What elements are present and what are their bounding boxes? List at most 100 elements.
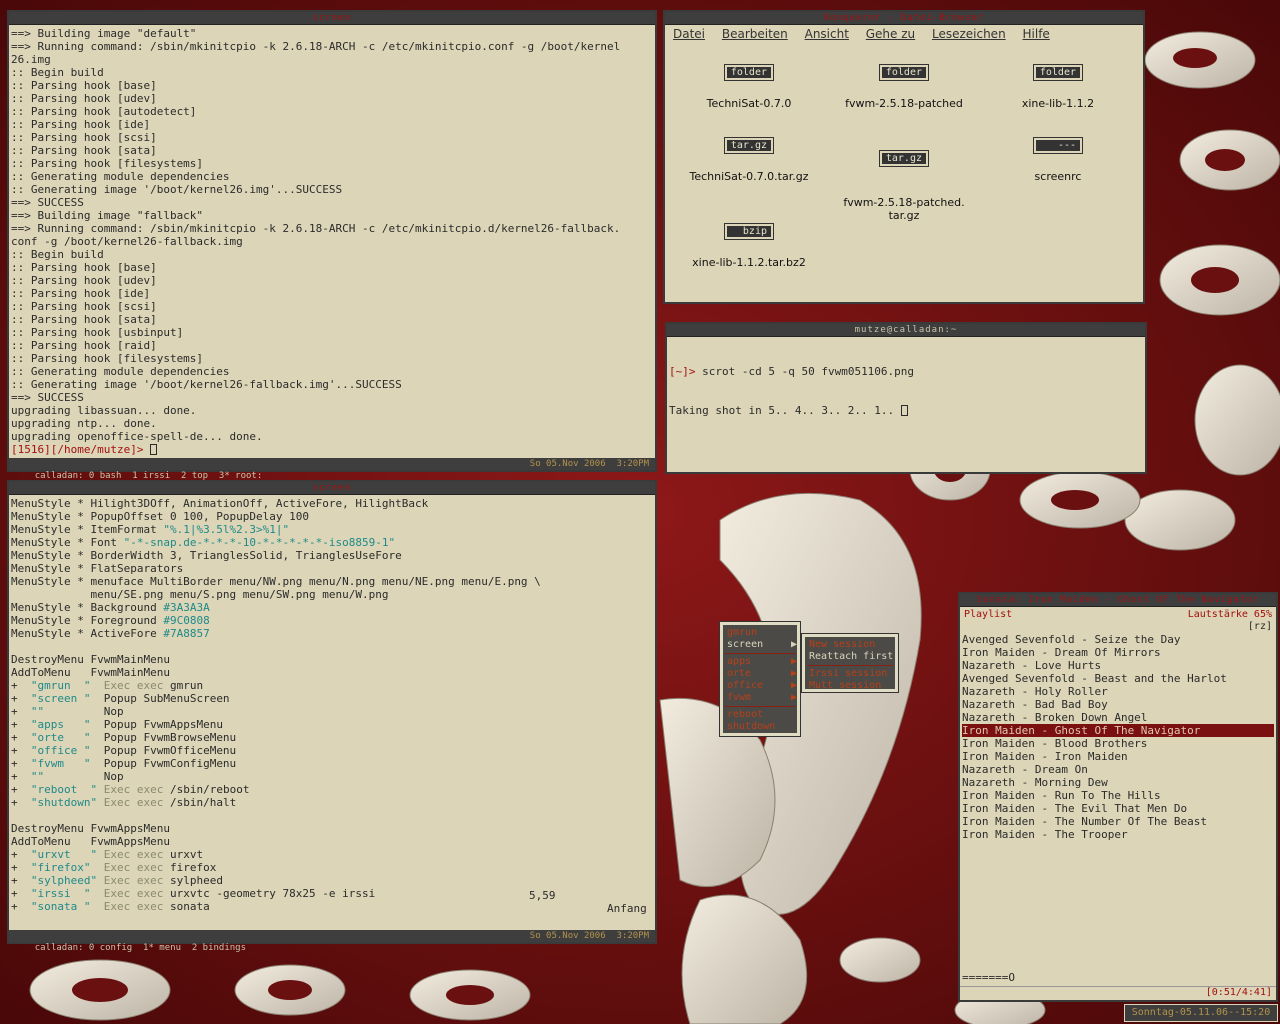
window-title[interactable]: screen (9, 482, 655, 495)
playlist-item[interactable]: Nazareth - Love Hurts (962, 659, 1274, 672)
code-token: "screen " (30, 692, 91, 705)
terminal-prompt-line[interactable]: [1516][/home/mutze]> (9, 443, 655, 456)
menu-separator (725, 706, 795, 707)
playlist-item[interactable]: Iron Maiden - The Evil That Men Do (962, 802, 1274, 815)
file-item[interactable]: tar.gz TechniSat-0.7.0.tar.gz (674, 137, 824, 183)
submenu-arrow-icon: ▶ (791, 692, 798, 703)
desktop-clock: Sonntag-05.11.06--15:20 (1124, 1004, 1278, 1022)
menu-item-label: apps (727, 656, 752, 667)
code-token: Exec exec (97, 848, 164, 861)
editor-line: + "orte " Popup FvwmBrowseMenu (11, 731, 653, 744)
menu-item-label: office (727, 680, 764, 691)
mode-indicator[interactable]: [rz] (1248, 621, 1272, 633)
code-token: + (11, 861, 31, 874)
file-item[interactable]: folder TechniSat-0.7.0 (674, 64, 824, 110)
menu-item-shutdown[interactable]: shutdown (723, 721, 797, 733)
playlist-item[interactable]: Iron Maiden - The Number Of The Beast (962, 815, 1274, 828)
editor-line: MenuStyle * BorderWidth 3, TrianglesSoli… (11, 549, 653, 562)
editor-buffer[interactable]: MenuStyle * Hilight3DOff, AnimationOff, … (9, 495, 655, 913)
playlist-item[interactable]: Iron Maiden - Dream Of Mirrors (962, 646, 1274, 659)
menu-item-screen[interactable]: screen ▶ (723, 639, 797, 651)
code-token: Popup FvwmAppsMenu (90, 718, 223, 731)
fvwm-main-menu[interactable]: gmrun screen ▶ apps ▶ orte ▶ office ▶ fvwm ▶ … (719, 621, 801, 737)
terminal-line: :: Parsing hook [scsi] (11, 300, 157, 313)
playlist-item[interactable]: Nazareth - Broken Down Angel (962, 711, 1274, 724)
playlist-item[interactable]: Iron Maiden - Blood Brothers (962, 737, 1274, 750)
playlist-item[interactable]: Nazareth - Dream On (962, 763, 1274, 776)
playlist-item[interactable]: Nazareth - Holy Roller (962, 685, 1274, 698)
code-token: Popup SubMenuScreen (90, 692, 230, 705)
menu-item-gmrun[interactable]: gmrun (723, 627, 797, 639)
editor-line: + "fvwm " Popup FvwmConfigMenu (11, 757, 653, 770)
small-terminal-window[interactable]: mutze@calladan:~ [~]> scrot -cd 5 -q 50 … (665, 322, 1147, 474)
menu-gehe-zu[interactable]: Gehe zu (866, 27, 915, 41)
submenu-item[interactable]: Reattach first (805, 651, 895, 663)
menu-item-orte[interactable]: orte ▶ (723, 668, 797, 680)
code-token: #7A8857 (163, 627, 210, 640)
editor-line: MenuStyle * ActiveFore #7A8857 (11, 627, 653, 640)
screen-terminal-window[interactable]: screen ==> Building image "default" ==> R… (7, 10, 657, 481)
code-token: Nop (44, 705, 124, 718)
text-file-icon: --- (1033, 137, 1083, 154)
terminal-line: :: Begin build (11, 248, 104, 261)
menu-item-fvwm[interactable]: fvwm ▶ (723, 692, 797, 704)
submenu-item[interactable]: Mutt session (805, 680, 895, 692)
terminal-output[interactable]: [~]> scrot -cd 5 -q 50 fvwm051106.png Ta… (667, 337, 1145, 443)
playlist-item[interactable]: Nazareth - Bad Bad Boy (962, 698, 1274, 711)
window-title[interactable]: screen (9, 12, 655, 25)
menu-hilfe[interactable]: Hilfe (1023, 27, 1050, 41)
terminal-line: :: Parsing hook [udev] (11, 92, 157, 105)
code-token: #9C0808 (163, 614, 210, 627)
file-item[interactable]: --- screenrc (983, 137, 1133, 183)
playlist-item[interactable]: Avenged Sevenfold - Seize the Day (962, 633, 1274, 646)
playlist-item[interactable]: Iron Maiden - The Trooper (962, 828, 1274, 841)
file-item[interactable]: folder xine-lib-1.1.2 (983, 64, 1133, 110)
code-token: Popup FvwmConfigMenu (90, 757, 237, 770)
file-item[interactable]: tar.gz fvwm-2.5.18-patched. tar.gz (829, 138, 979, 235)
terminal-line: :: Generating module dependencies (11, 170, 230, 183)
menu-item-apps[interactable]: apps ▶ (723, 656, 797, 668)
window-title[interactable]: mutze@calladan:~ (667, 324, 1145, 337)
playlist-item[interactable]: Nazareth - Morning Dew (962, 776, 1274, 789)
terminal-line: ==> Running command: /sbin/mkinitcpio -k… (11, 222, 621, 235)
editor-line: MenuStyle * Background #3A3A3A (11, 601, 653, 614)
code-token: + (11, 848, 31, 861)
sonata-playlist-window[interactable]: Sonata: Iron Maiden - Ghost Of The Navig… (958, 592, 1278, 1002)
fvwm-screen-submenu[interactable]: New session Reattach first Irssi session… (801, 633, 899, 693)
playlist-item[interactable]: Iron Maiden - Ghost Of The Navigator (962, 724, 1274, 737)
vim-terminal-window[interactable]: screen MenuStyle * Hilight3DOff, Animati… (7, 480, 657, 953)
submenu-item[interactable]: New session (805, 639, 895, 651)
menu-lesezeichen[interactable]: Lesezeichen (932, 27, 1006, 41)
file-item[interactable]: folder fvwm-2.5.18-patched (829, 64, 979, 110)
terminal-line: :: Parsing hook [ide] (11, 287, 151, 300)
terminal-line: conf -g /boot/kernel26-fallback.img (11, 235, 243, 248)
code-token: + (11, 783, 31, 796)
window-title[interactable]: Sonata: Iron Maiden - Ghost Of The Navig… (960, 594, 1276, 607)
editor-line: + "urxvt " Exec exec urxvt (11, 848, 653, 861)
archive-icon: bzip (724, 223, 774, 240)
submenu-item[interactable]: Irssi session (805, 668, 895, 680)
menu-item-office[interactable]: office ▶ (723, 680, 797, 692)
code-token: + (11, 796, 31, 809)
terminal-line: :: Generating image '/boot/kernel26.img'… (11, 183, 343, 196)
terminal-output[interactable]: ==> Building image "default" ==> Running … (9, 25, 655, 443)
menu-bearbeiten[interactable]: Bearbeiten (722, 27, 788, 41)
playlist-item[interactable]: Iron Maiden - Run To The Hills (962, 789, 1274, 802)
playlist-item[interactable]: Iron Maiden - Iron Maiden (962, 750, 1274, 763)
menu-item-reboot[interactable]: reboot (723, 709, 797, 721)
playlist-item[interactable]: Avenged Sevenfold - Beast and the Harlot (962, 672, 1274, 685)
code-token: menu/SE.png menu/S.png menu/SW.png menu/… (11, 588, 389, 601)
file-manager-window[interactable]: Konqueror - Datei-Browser Datei Bearbeit… (663, 10, 1145, 304)
terminal-line: ==> Building image "fallback" (11, 209, 204, 222)
volume-indicator[interactable]: Lautstärke 65% (1188, 609, 1272, 621)
progress-bar[interactable]: =======O (962, 972, 1015, 984)
editor-line: AddToMenu FvwmMainMenu (11, 666, 653, 679)
menu-datei[interactable]: Datei (673, 27, 705, 41)
window-title[interactable]: Konqueror - Datei-Browser (665, 12, 1143, 25)
terminal-line: :: Parsing hook [filesystems] (11, 157, 204, 170)
code-token: "%.1|%3.5l%2.3>%1|" (163, 523, 290, 536)
file-item[interactable]: bzip xine-lib-1.1.2.tar.bz2 (674, 223, 824, 269)
code-token: "firefox" (30, 861, 91, 874)
playlist-list[interactable]: Avenged Sevenfold - Seize the Day Iron Ma… (960, 633, 1276, 841)
menu-ansicht[interactable]: Ansicht (805, 27, 849, 41)
